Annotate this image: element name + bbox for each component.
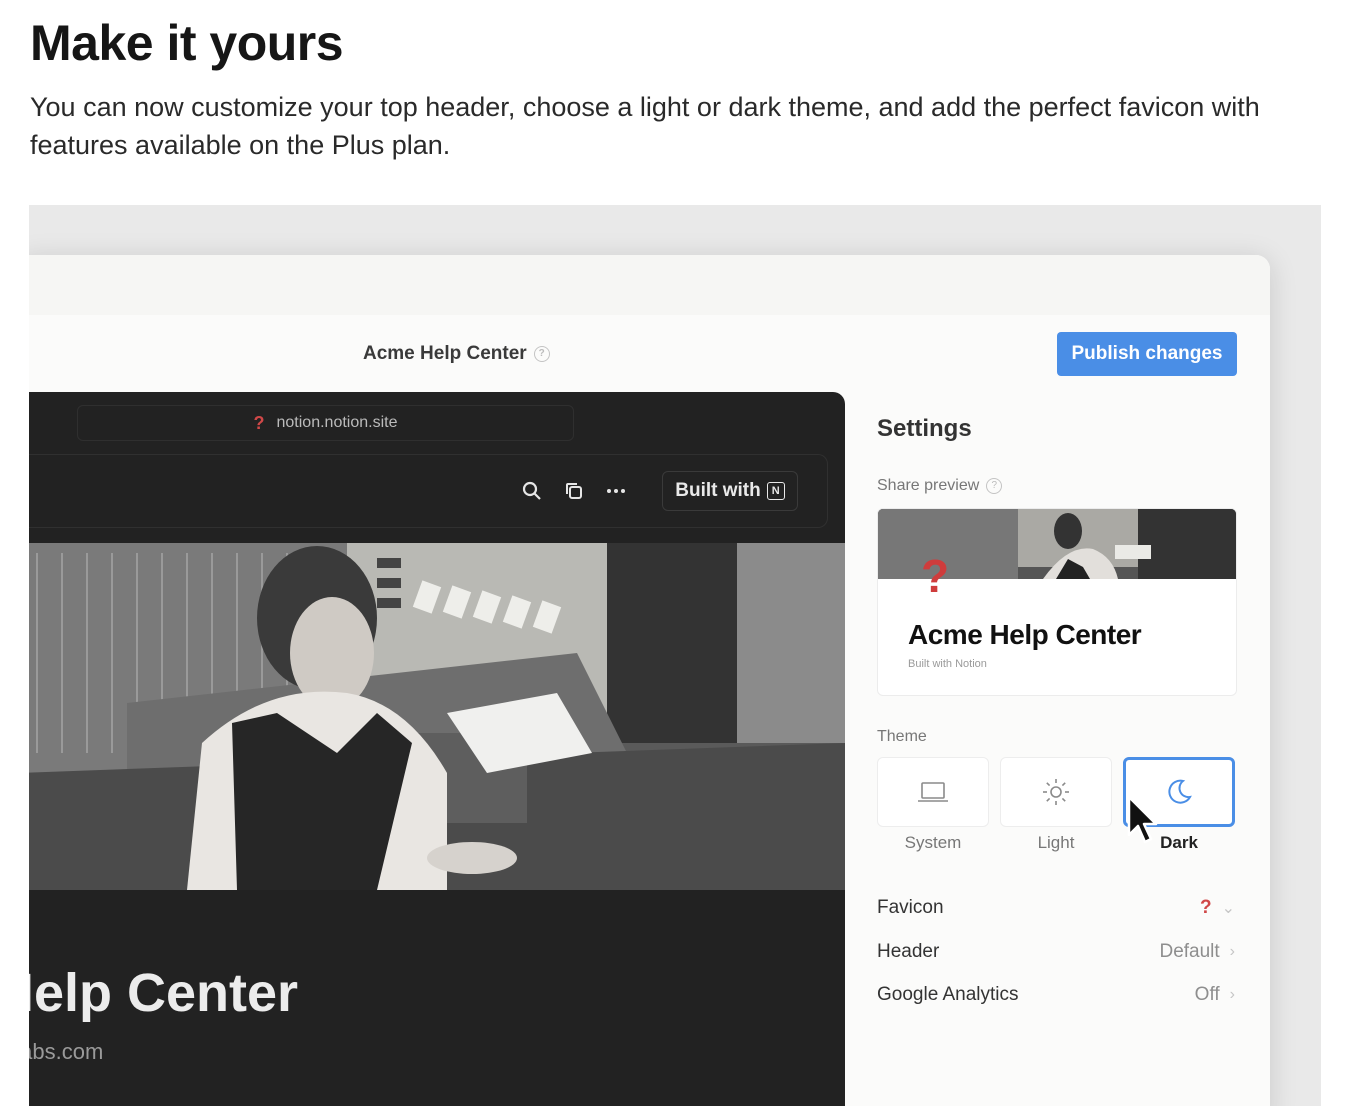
- theme-option-system[interactable]: [877, 757, 989, 827]
- site-title-text: Acme Help Center: [363, 343, 527, 364]
- site-header: Built with N: [29, 454, 828, 528]
- built-with-notion-button[interactable]: Built with N: [662, 471, 798, 511]
- share-card-subtitle: Built with Notion: [908, 658, 987, 670]
- mouse-cursor-icon: [1127, 795, 1158, 844]
- sun-icon: [1043, 779, 1069, 805]
- google-analytics-row-value-text: Off: [1194, 984, 1220, 1005]
- header-row[interactable]: Header Default ›: [877, 937, 1235, 967]
- window-titlebar: [29, 255, 1270, 315]
- site-preview: ? notion.notion.site Built with N elp Ce…: [29, 392, 845, 1106]
- theme-name-light: Light: [1037, 833, 1075, 852]
- share-card-title: Acme Help Center: [908, 619, 1142, 650]
- help-icon[interactable]: ?: [533, 346, 550, 362]
- preview-domain: elabs.com: [29, 1039, 104, 1064]
- publish-changes-button[interactable]: Publish changes: [1057, 332, 1237, 376]
- favicon-row[interactable]: Favicon ? ⌄: [877, 893, 1235, 923]
- built-with-label: Built with: [675, 480, 761, 501]
- favicon-icon: ?: [1199, 897, 1212, 918]
- url-bar[interactable]: ? notion.notion.site: [77, 405, 574, 441]
- more-icon[interactable]: [604, 479, 628, 503]
- settings-heading: Settings: [877, 415, 972, 442]
- header-row-value: Default ›: [1159, 941, 1235, 963]
- header-row-value-text: Default: [1159, 941, 1220, 962]
- header-row-label: Header: [877, 941, 940, 962]
- moon-icon: [1168, 779, 1192, 804]
- app-window: Acme Help Center ? Publish changes ? not…: [29, 255, 1270, 1106]
- theme-option-light[interactable]: [1000, 757, 1112, 827]
- cover-photo: [29, 543, 845, 890]
- site-title: Acme Help Center ?: [363, 343, 550, 365]
- theme-label: Theme: [877, 728, 927, 745]
- screenshot-stage: Acme Help Center ? Publish changes ? not…: [29, 205, 1321, 1106]
- notion-logo-icon: N: [766, 482, 785, 500]
- chevron-down-icon: ⌄: [1221, 900, 1235, 917]
- help-icon[interactable]: ?: [986, 478, 1003, 494]
- page-title: Make it yours: [30, 15, 344, 71]
- search-icon[interactable]: [520, 479, 544, 503]
- google-analytics-row-label: Google Analytics: [877, 984, 1019, 1005]
- chevron-right-icon: ›: [1229, 986, 1235, 1003]
- share-preview-label-text: Share preview: [877, 477, 980, 494]
- share-preview-card: ? Acme Help Center Built with Notion: [877, 508, 1237, 696]
- laptop-icon: [918, 782, 948, 802]
- cover-image: [29, 543, 845, 890]
- preview-page-title: Help Center: [29, 963, 299, 1023]
- intro-text: You can now customize your top header, c…: [30, 92, 1260, 160]
- favicon-row-label: Favicon: [877, 897, 944, 918]
- url-text: notion.notion.site: [276, 414, 398, 431]
- chevron-right-icon: ›: [1229, 943, 1235, 960]
- duplicate-icon[interactable]: [562, 479, 586, 503]
- share-favicon-icon: ?: [921, 550, 950, 602]
- google-analytics-row-value: Off ›: [1195, 984, 1235, 1006]
- share-preview-label: Share preview ?: [877, 477, 1003, 495]
- theme-name-system: System: [904, 833, 962, 852]
- favicon-icon: ?: [253, 412, 265, 433]
- favicon-row-value: ? ⌄: [1200, 897, 1235, 919]
- google-analytics-row[interactable]: Google Analytics Off ›: [877, 980, 1235, 1010]
